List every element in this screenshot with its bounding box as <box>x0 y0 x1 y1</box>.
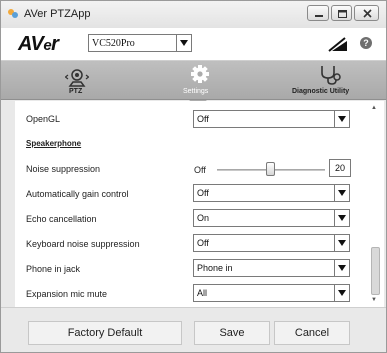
app-icon <box>8 9 18 18</box>
footer-bar: Factory Default Save Cancel <box>1 307 386 352</box>
factory-default-button[interactable]: Factory Default <box>28 321 182 345</box>
close-button[interactable] <box>354 5 379 21</box>
noise-suppression-label: Noise suppression <box>26 164 101 174</box>
device-select[interactable]: VC520Pro <box>88 34 192 52</box>
keyboard-noise-label: Keyboard noise suppression <box>26 239 140 249</box>
aver-logo: AVer <box>18 33 59 55</box>
speakerphone-section-title: Speakerphone <box>26 139 82 148</box>
tab-bar: PTZ Settings Diagnostic Utility <box>1 60 386 100</box>
gear-icon <box>191 65 209 83</box>
camera-ptz-icon <box>65 69 89 87</box>
scroll-up-arrow-icon[interactable]: ▲ <box>371 105 377 111</box>
tab-settings-label: Settings <box>183 88 209 95</box>
phone-jack-select[interactable]: Phone in <box>193 259 350 277</box>
noise-slider-min-label: Off <box>194 165 206 175</box>
tab-diagnostic-utility[interactable]: Diagnostic Utility <box>285 61 375 100</box>
echo-cancellation-label: Echo cancellation <box>26 214 97 224</box>
mic-muted-icon[interactable] <box>326 36 348 52</box>
settings-panel: OpenGL Off Speakerphone Noise suppressio… <box>15 101 384 307</box>
device-select-value: VC520Pro <box>92 38 135 49</box>
noise-suppression-value[interactable]: 20 <box>329 159 351 177</box>
opengl-value: Off <box>197 114 209 124</box>
agc-label: Automatically gain control <box>26 189 129 199</box>
chevron-down-icon <box>334 260 349 276</box>
title-bar: AVer PTZApp <box>1 1 386 28</box>
keyboard-noise-select[interactable]: Off <box>193 234 350 252</box>
save-button[interactable]: Save <box>194 321 270 345</box>
app-window: AVer PTZApp AVer VC520Pro ? PTZ Settings… <box>0 0 387 353</box>
expansion-mic-select[interactable]: All <box>193 284 350 302</box>
expansion-mic-label: Expansion mic mute <box>26 289 108 299</box>
chevron-down-icon <box>176 35 191 51</box>
phone-jack-label: Phone in jack <box>26 264 81 274</box>
tab-settings[interactable]: Settings <box>163 61 233 100</box>
phone-jack-value: Phone in <box>197 263 233 273</box>
minimize-button[interactable] <box>307 5 329 21</box>
stethoscope-icon <box>321 66 341 85</box>
noise-slider-thumb[interactable] <box>266 162 275 176</box>
maximize-button[interactable] <box>331 5 352 21</box>
chevron-down-icon <box>334 285 349 301</box>
agc-value: Off <box>197 188 209 198</box>
echo-cancellation-select[interactable]: On <box>193 209 350 227</box>
opengl-label: OpenGL <box>26 114 61 124</box>
scrollbar-thumb[interactable] <box>371 247 380 295</box>
scroll-down-arrow-icon[interactable]: ▼ <box>371 297 377 303</box>
header-bar: AVer VC520Pro ? <box>1 28 386 60</box>
tab-ptz-label: PTZ <box>69 88 83 95</box>
window-title: AVer PTZApp <box>24 8 91 20</box>
chevron-down-icon <box>334 185 349 201</box>
expansion-mic-value: All <box>197 288 208 298</box>
tab-ptz[interactable]: PTZ <box>41 61 111 100</box>
chevron-down-icon <box>334 111 349 127</box>
keyboard-noise-value: Off <box>197 238 209 248</box>
chevron-down-icon <box>334 235 349 251</box>
help-icon[interactable]: ? <box>360 37 372 49</box>
echo-cancellation-value: On <box>197 213 210 223</box>
cancel-button[interactable]: Cancel <box>274 321 350 345</box>
opengl-select[interactable]: Off <box>193 110 350 128</box>
tab-diagnostic-label: Diagnostic Utility <box>292 88 350 95</box>
chevron-down-icon <box>334 210 349 226</box>
agc-select[interactable]: Off <box>193 184 350 202</box>
